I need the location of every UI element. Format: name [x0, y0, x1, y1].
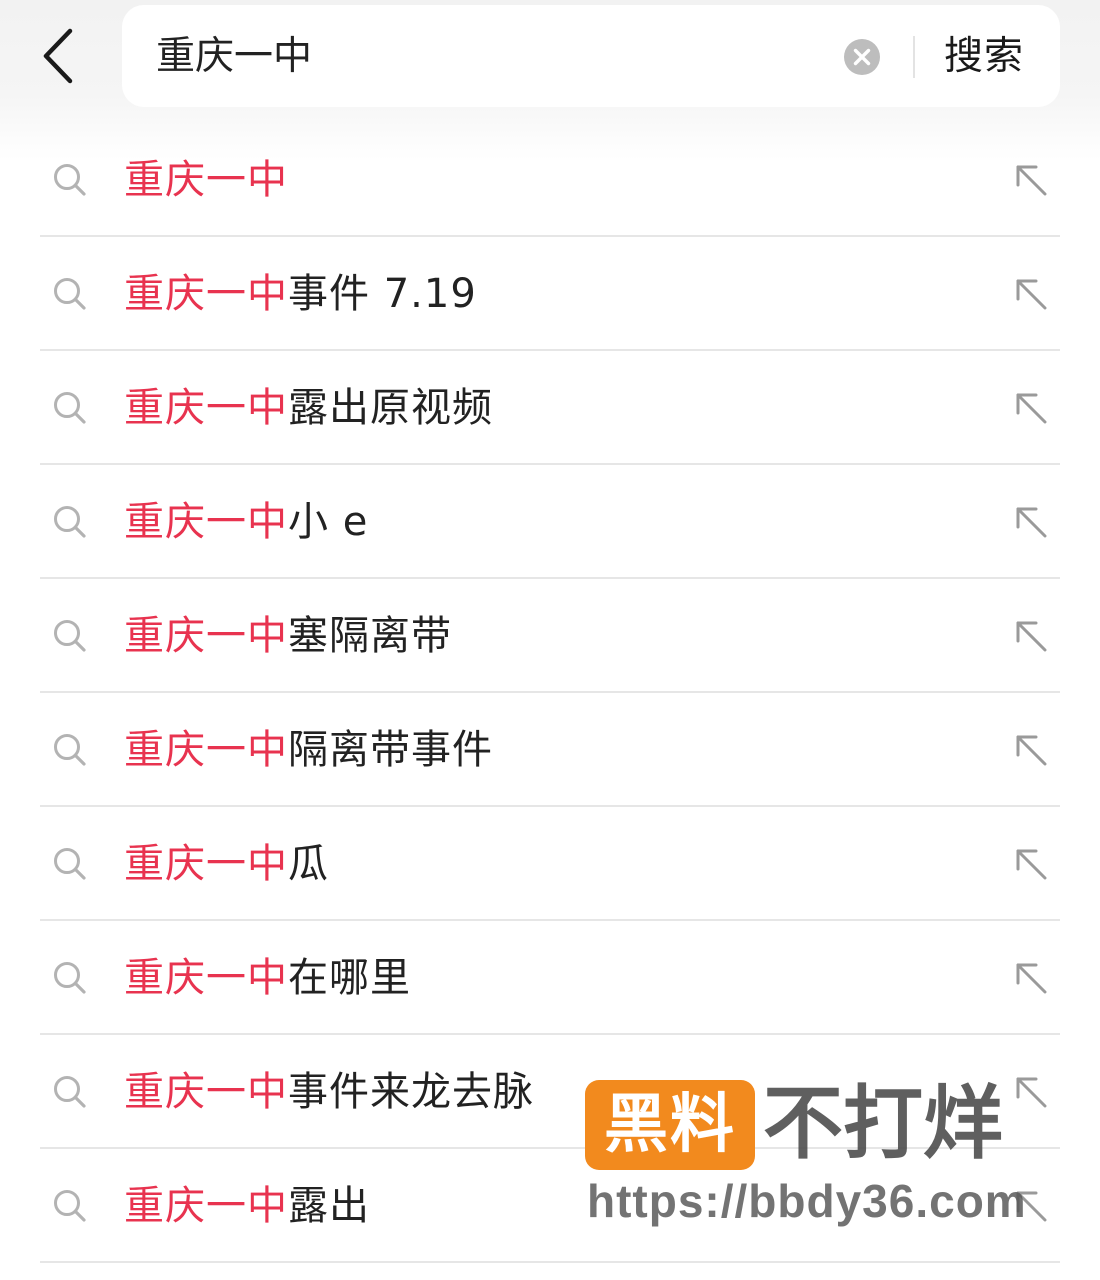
search-icon	[54, 506, 86, 538]
suggestion-rest: 塞隔离带	[288, 613, 452, 659]
search-icon	[54, 962, 86, 994]
arrow-up-left-icon[interactable]	[1012, 845, 1050, 883]
suggestion-rest: 露出原视频	[288, 385, 493, 431]
suggestion-highlight: 重庆一中	[124, 271, 288, 317]
search-icon	[54, 1076, 86, 1108]
suggestion-rest: 在哪里	[288, 955, 411, 1001]
search-box: 搜索	[122, 5, 1060, 107]
arrow-up-left-icon[interactable]	[1012, 617, 1050, 655]
suggestion-highlight: 重庆一中	[124, 1183, 288, 1229]
suggestion-text: 重庆一中塞隔离带	[124, 609, 452, 663]
watermark-badge: 黑料	[585, 1080, 755, 1170]
search-divider	[913, 36, 915, 78]
suggestion-text: 重庆一中小 e	[124, 495, 368, 549]
suggestion-rest: 事件来龙去脉	[288, 1069, 534, 1115]
suggestion-item[interactable]: 重庆一中小 e	[40, 465, 1060, 579]
suggestion-item[interactable]: 重庆一中事件 7.19	[40, 237, 1060, 351]
search-icon	[54, 278, 86, 310]
arrow-up-left-icon[interactable]	[1012, 275, 1050, 313]
search-icon	[54, 164, 86, 196]
suggestion-rest: 瓜	[288, 841, 329, 887]
suggestion-text: 重庆一中露出原视频	[124, 381, 493, 435]
suggestion-item[interactable]: 重庆一中在哪里	[40, 921, 1060, 1035]
suggestion-highlight: 重庆一中	[124, 385, 288, 431]
suggestion-item[interactable]: 重庆一中露出原视频	[40, 351, 1060, 465]
search-icon	[54, 1190, 86, 1222]
clear-circle-icon[interactable]	[843, 38, 881, 76]
suggestion-highlight: 重庆一中	[124, 499, 288, 545]
search-icon	[54, 734, 86, 766]
suggestion-highlight: 重庆一中	[124, 157, 288, 203]
arrow-up-left-icon[interactable]	[1012, 161, 1050, 199]
suggestion-item[interactable]: 重庆一中塞隔离带	[40, 579, 1060, 693]
search-input[interactable]	[156, 31, 816, 83]
watermark-url: https://bbdy36.com	[587, 1175, 1027, 1227]
suggestion-item[interactable]: 重庆一中瓜	[40, 807, 1060, 921]
watermark-title: 不打烊	[763, 1077, 1003, 1170]
search-icon	[54, 848, 86, 880]
suggestion-highlight: 重庆一中	[124, 1069, 288, 1115]
arrow-up-left-icon[interactable]	[1012, 731, 1050, 769]
suggestion-text: 重庆一中露出	[124, 1179, 370, 1233]
suggestion-text: 重庆一中	[124, 153, 288, 207]
suggestion-text: 重庆一中瓜	[124, 837, 329, 891]
suggestion-text: 重庆一中事件来龙去脉	[124, 1065, 534, 1119]
suggestion-text: 重庆一中事件 7.19	[124, 267, 477, 321]
suggestion-highlight: 重庆一中	[124, 841, 288, 887]
suggestion-text: 重庆一中在哪里	[124, 951, 411, 1005]
search-icon	[54, 392, 86, 424]
suggestion-highlight: 重庆一中	[124, 955, 288, 1001]
search-icon	[54, 620, 86, 652]
suggestion-rest: 小 e	[288, 499, 369, 545]
suggestion-highlight: 重庆一中	[124, 613, 288, 659]
arrow-up-left-icon[interactable]	[1012, 959, 1050, 997]
suggestion-highlight: 重庆一中	[124, 727, 288, 773]
suggestion-rest: 露出	[288, 1183, 370, 1229]
watermark: 黑料 不打烊 https://bbdy36.com	[585, 1077, 1065, 1228]
suggestion-item[interactable]: 重庆一中隔离带事件	[40, 693, 1060, 807]
arrow-up-left-icon[interactable]	[1012, 389, 1050, 427]
back-button[interactable]	[28, 22, 88, 90]
suggestion-text: 重庆一中隔离带事件	[124, 723, 493, 777]
suggestion-rest: 事件 7.19	[288, 271, 477, 317]
suggestion-rest: 隔离带事件	[288, 727, 493, 773]
chevron-left-icon	[43, 28, 73, 84]
arrow-up-left-icon[interactable]	[1012, 503, 1050, 541]
suggestion-item[interactable]: 重庆一中	[40, 123, 1060, 237]
search-submit-button[interactable]: 搜索	[944, 29, 1024, 85]
